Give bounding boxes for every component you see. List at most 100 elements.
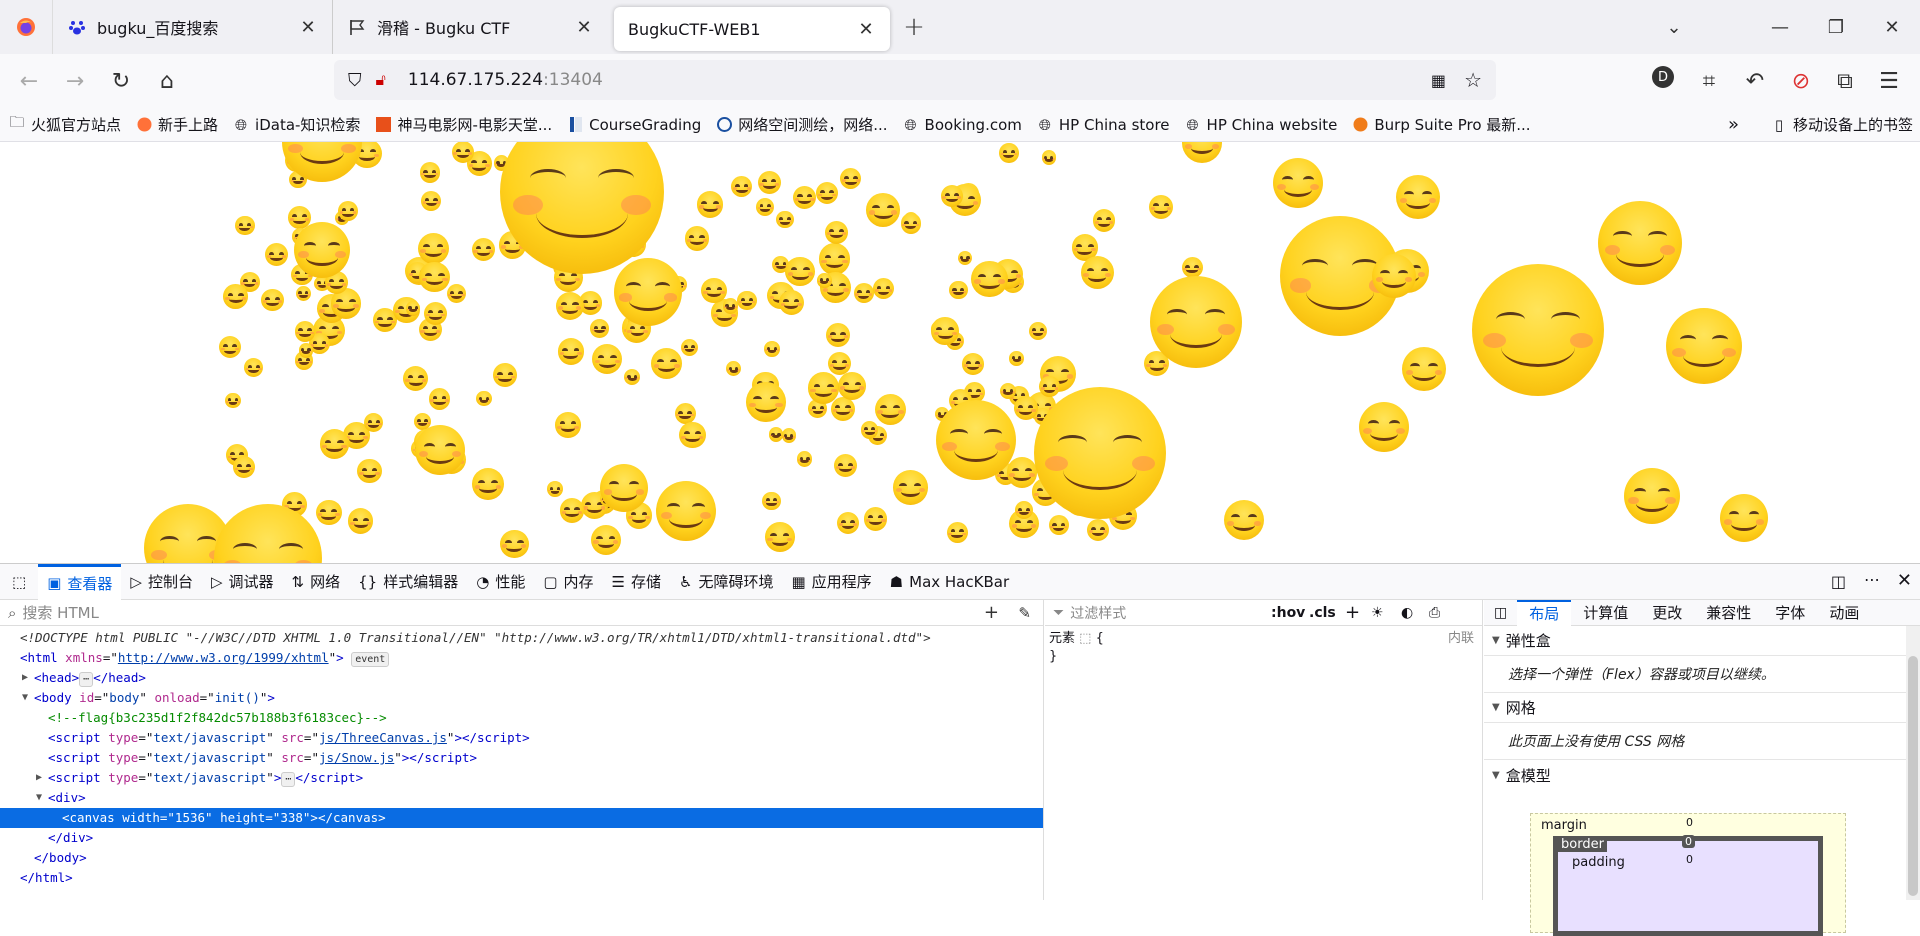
script-node[interactable]: <script type="text/javascript" src="js/T… — [0, 728, 1043, 748]
cls-toggle[interactable]: .cls — [1309, 605, 1336, 621]
doctype-line[interactable]: <!DOCTYPE html PUBLIC "-//W3C//DTD XHTML… — [0, 628, 1043, 648]
firefox-menu-icon[interactable] — [0, 0, 52, 54]
dock-side-icon[interactable]: ◫ — [1831, 572, 1846, 591]
eyedropper-icon[interactable]: ✎ — [1018, 604, 1031, 622]
print-media-icon[interactable]: ⎙ — [1429, 605, 1440, 621]
scrollbar-thumb[interactable] — [1908, 656, 1918, 896]
boxmodel-section-header[interactable]: ▼ 盒模型 — [1484, 760, 1920, 790]
tab-performance[interactable]: ◔ 性能 — [467, 564, 534, 600]
bookmark-item[interactable]: CourseGrading — [558, 116, 707, 134]
filter-styles-input[interactable]: 过滤样式 — [1070, 603, 1126, 623]
tab-hackbar[interactable]: ☗ Max HacKBar — [881, 564, 1018, 600]
tab-computed[interactable]: 计算值 — [1571, 600, 1640, 626]
page-canvas[interactable] — [0, 142, 1920, 563]
flexbox-section-header[interactable]: ▼ 弹性盒 — [1484, 626, 1920, 656]
box-margin[interactable]: margin 0 border 0 padding 0 — [1530, 813, 1846, 936]
insecure-lock-icon[interactable]: 🔓︎ — [376, 70, 386, 90]
padding-top-value[interactable]: 0 — [1686, 853, 1693, 866]
tab-storage[interactable]: ☰ 存储 — [603, 564, 670, 600]
expand-twisty-icon[interactable]: ▶ — [36, 768, 42, 788]
bookmark-item[interactable]: 🌐︎ Booking.com — [894, 116, 1028, 134]
more-bookmarks-chevron-icon[interactable]: » — [1728, 114, 1739, 135]
canvas-node-selected[interactable]: <canvas width="1536" height="338"></canv… — [0, 808, 1043, 828]
more-options-icon[interactable]: ⋯ — [1864, 570, 1880, 589]
bookmark-item[interactable]: 🌐︎ HP China store — [1028, 116, 1176, 134]
forward-arrow-icon[interactable]: → — [52, 58, 98, 104]
light-theme-icon[interactable]: ☀ — [1371, 605, 1384, 621]
url-text[interactable]: 114.67.175.224:13404 — [408, 70, 603, 90]
hov-toggle[interactable]: :hov — [1271, 605, 1305, 621]
margin-top-value[interactable]: 0 — [1686, 816, 1693, 829]
blocked-extension-icon[interactable]: ⊘ — [1778, 58, 1824, 104]
close-tab-icon[interactable]: ✕ — [856, 19, 876, 40]
new-tab-button[interactable]: + — [890, 12, 938, 42]
list-all-tabs-icon[interactable]: ⌄ — [1646, 0, 1702, 54]
bookmark-item[interactable]: 🌐︎ iData-知识检索 — [224, 114, 366, 135]
back-arrow-icon[interactable]: ← — [6, 58, 52, 104]
tab-layout[interactable]: 布局 — [1517, 599, 1572, 626]
bookmark-item[interactable]: 新手上路 — [127, 114, 224, 135]
bookmark-item[interactable]: 🌐︎ HP China website — [1176, 116, 1344, 134]
element-picker-icon[interactable]: ⬚ — [0, 564, 38, 600]
collapsed-ellipsis[interactable]: ⋯ — [79, 672, 94, 687]
collapsed-ellipsis[interactable]: ⋯ — [281, 772, 296, 787]
tab-style-editor[interactable]: {} 样式编辑器 — [349, 564, 467, 600]
star-bookmark-icon[interactable]: ☆ — [1464, 68, 1482, 92]
close-tab-icon[interactable]: ✕ — [298, 17, 318, 38]
script-node[interactable]: <script type="text/javascript" src="js/S… — [0, 748, 1043, 768]
tab-memory[interactable]: ▢ 内存 — [534, 564, 602, 600]
dark-theme-icon[interactable]: ◐ — [1401, 605, 1413, 621]
reload-icon[interactable]: ↻ — [98, 58, 144, 104]
event-badge[interactable]: event — [351, 652, 390, 667]
qr-code-icon[interactable]: ▦ — [1431, 71, 1446, 90]
scrollbar[interactable] — [1906, 626, 1920, 900]
sidebar-toggle-icon[interactable]: ◫ — [1484, 605, 1517, 621]
mobile-bookmarks[interactable]: ▯ 移动设备上的书签 — [1762, 114, 1919, 135]
tab-compatibility[interactable]: 兼容性 — [1694, 600, 1763, 626]
bookmark-item[interactable]: 神马电影网-电影天堂... — [366, 114, 558, 135]
tab-bugkuctf-web1[interactable]: BugkuCTF-WEB1 ✕ — [614, 7, 890, 51]
body-node[interactable]: ▼ <body id="body" onload="init()"> — [0, 688, 1043, 708]
tab-bugku-baidu[interactable]: bugku_百度搜索 ✕ — [52, 0, 332, 54]
tab-bugku-ctf[interactable]: 滑稽 - Bugku CTF ✕ — [332, 0, 608, 54]
tab-inspector[interactable]: ▣ 查看器 — [38, 563, 122, 600]
close-devtools-icon[interactable]: ✕ — [1897, 570, 1912, 591]
collapse-twisty-icon[interactable]: ▼ — [22, 688, 28, 708]
tab-network[interactable]: ⇅ 网络 — [283, 564, 350, 600]
close-tab-icon[interactable]: ✕ — [574, 17, 594, 38]
search-html-input[interactable]: 搜索 HTML — [22, 602, 99, 623]
account-avatar[interactable]: D — [1652, 66, 1674, 88]
restore-button[interactable]: ❐ — [1808, 0, 1864, 54]
minimize-button[interactable]: — — [1752, 0, 1808, 54]
html-node[interactable]: <html xmlns="http://www.w3.org/1999/xhtm… — [0, 648, 1043, 668]
add-rule-icon[interactable]: + — [1345, 602, 1360, 623]
shield-icon[interactable]: ⛉ — [348, 70, 362, 91]
crop-icon[interactable]: ⌗ — [1686, 58, 1732, 104]
url-bar[interactable]: ⛉ 🔓︎ 114.67.175.224:13404 ▦ ☆ — [334, 60, 1496, 100]
grid-section-header[interactable]: ▼ 网格 — [1484, 693, 1920, 723]
undo-arrow-icon[interactable]: ↶ — [1732, 58, 1778, 104]
expand-twisty-icon[interactable]: ▶ — [22, 668, 28, 688]
head-node[interactable]: ▶ <head> ⋯ </head> — [0, 668, 1043, 688]
script-src-link[interactable]: js/ThreeCanvas.js — [319, 730, 447, 745]
bookmark-item[interactable]: 网络空间测绘，网络... — [707, 114, 893, 135]
tab-debugger[interactable]: ▷ 调试器 — [202, 564, 283, 600]
tab-console[interactable]: ▷ 控制台 — [121, 564, 202, 600]
extensions-icon[interactable]: ⧉ — [1822, 58, 1868, 104]
tab-changes[interactable]: 更改 — [1640, 600, 1694, 626]
hamburger-menu-icon[interactable]: ☰ — [1866, 58, 1912, 104]
script-node-inline[interactable]: ▶ <script type="text/javascript"> ⋯ </scrip… — [0, 768, 1043, 788]
border-top-value[interactable]: 0 — [1682, 835, 1695, 848]
script-src-link[interactable]: js/Snow.js — [319, 750, 394, 765]
div-node[interactable]: ▼ <div> — [0, 788, 1043, 808]
bookmark-item[interactable]: 🗀︎ 火狐官方站点 — [0, 113, 127, 135]
home-icon[interactable]: ⌂ — [144, 58, 190, 104]
collapse-twisty-icon[interactable]: ▼ — [36, 788, 42, 808]
flag-comment-node[interactable]: <!--flag{b3c235d1f2f842dc57b188b3f6183ce… — [0, 708, 1043, 728]
tab-animations[interactable]: 动画 — [1817, 600, 1871, 626]
add-node-icon[interactable]: + — [984, 602, 999, 623]
bookmark-item[interactable]: Burp Suite Pro 最新... — [1343, 114, 1536, 135]
box-border[interactable]: border 0 padding 0 — [1553, 835, 1823, 936]
tab-accessibility[interactable]: ♿︎ 无障碍环境 — [670, 564, 782, 600]
close-window-button[interactable]: ✕ — [1864, 0, 1920, 54]
